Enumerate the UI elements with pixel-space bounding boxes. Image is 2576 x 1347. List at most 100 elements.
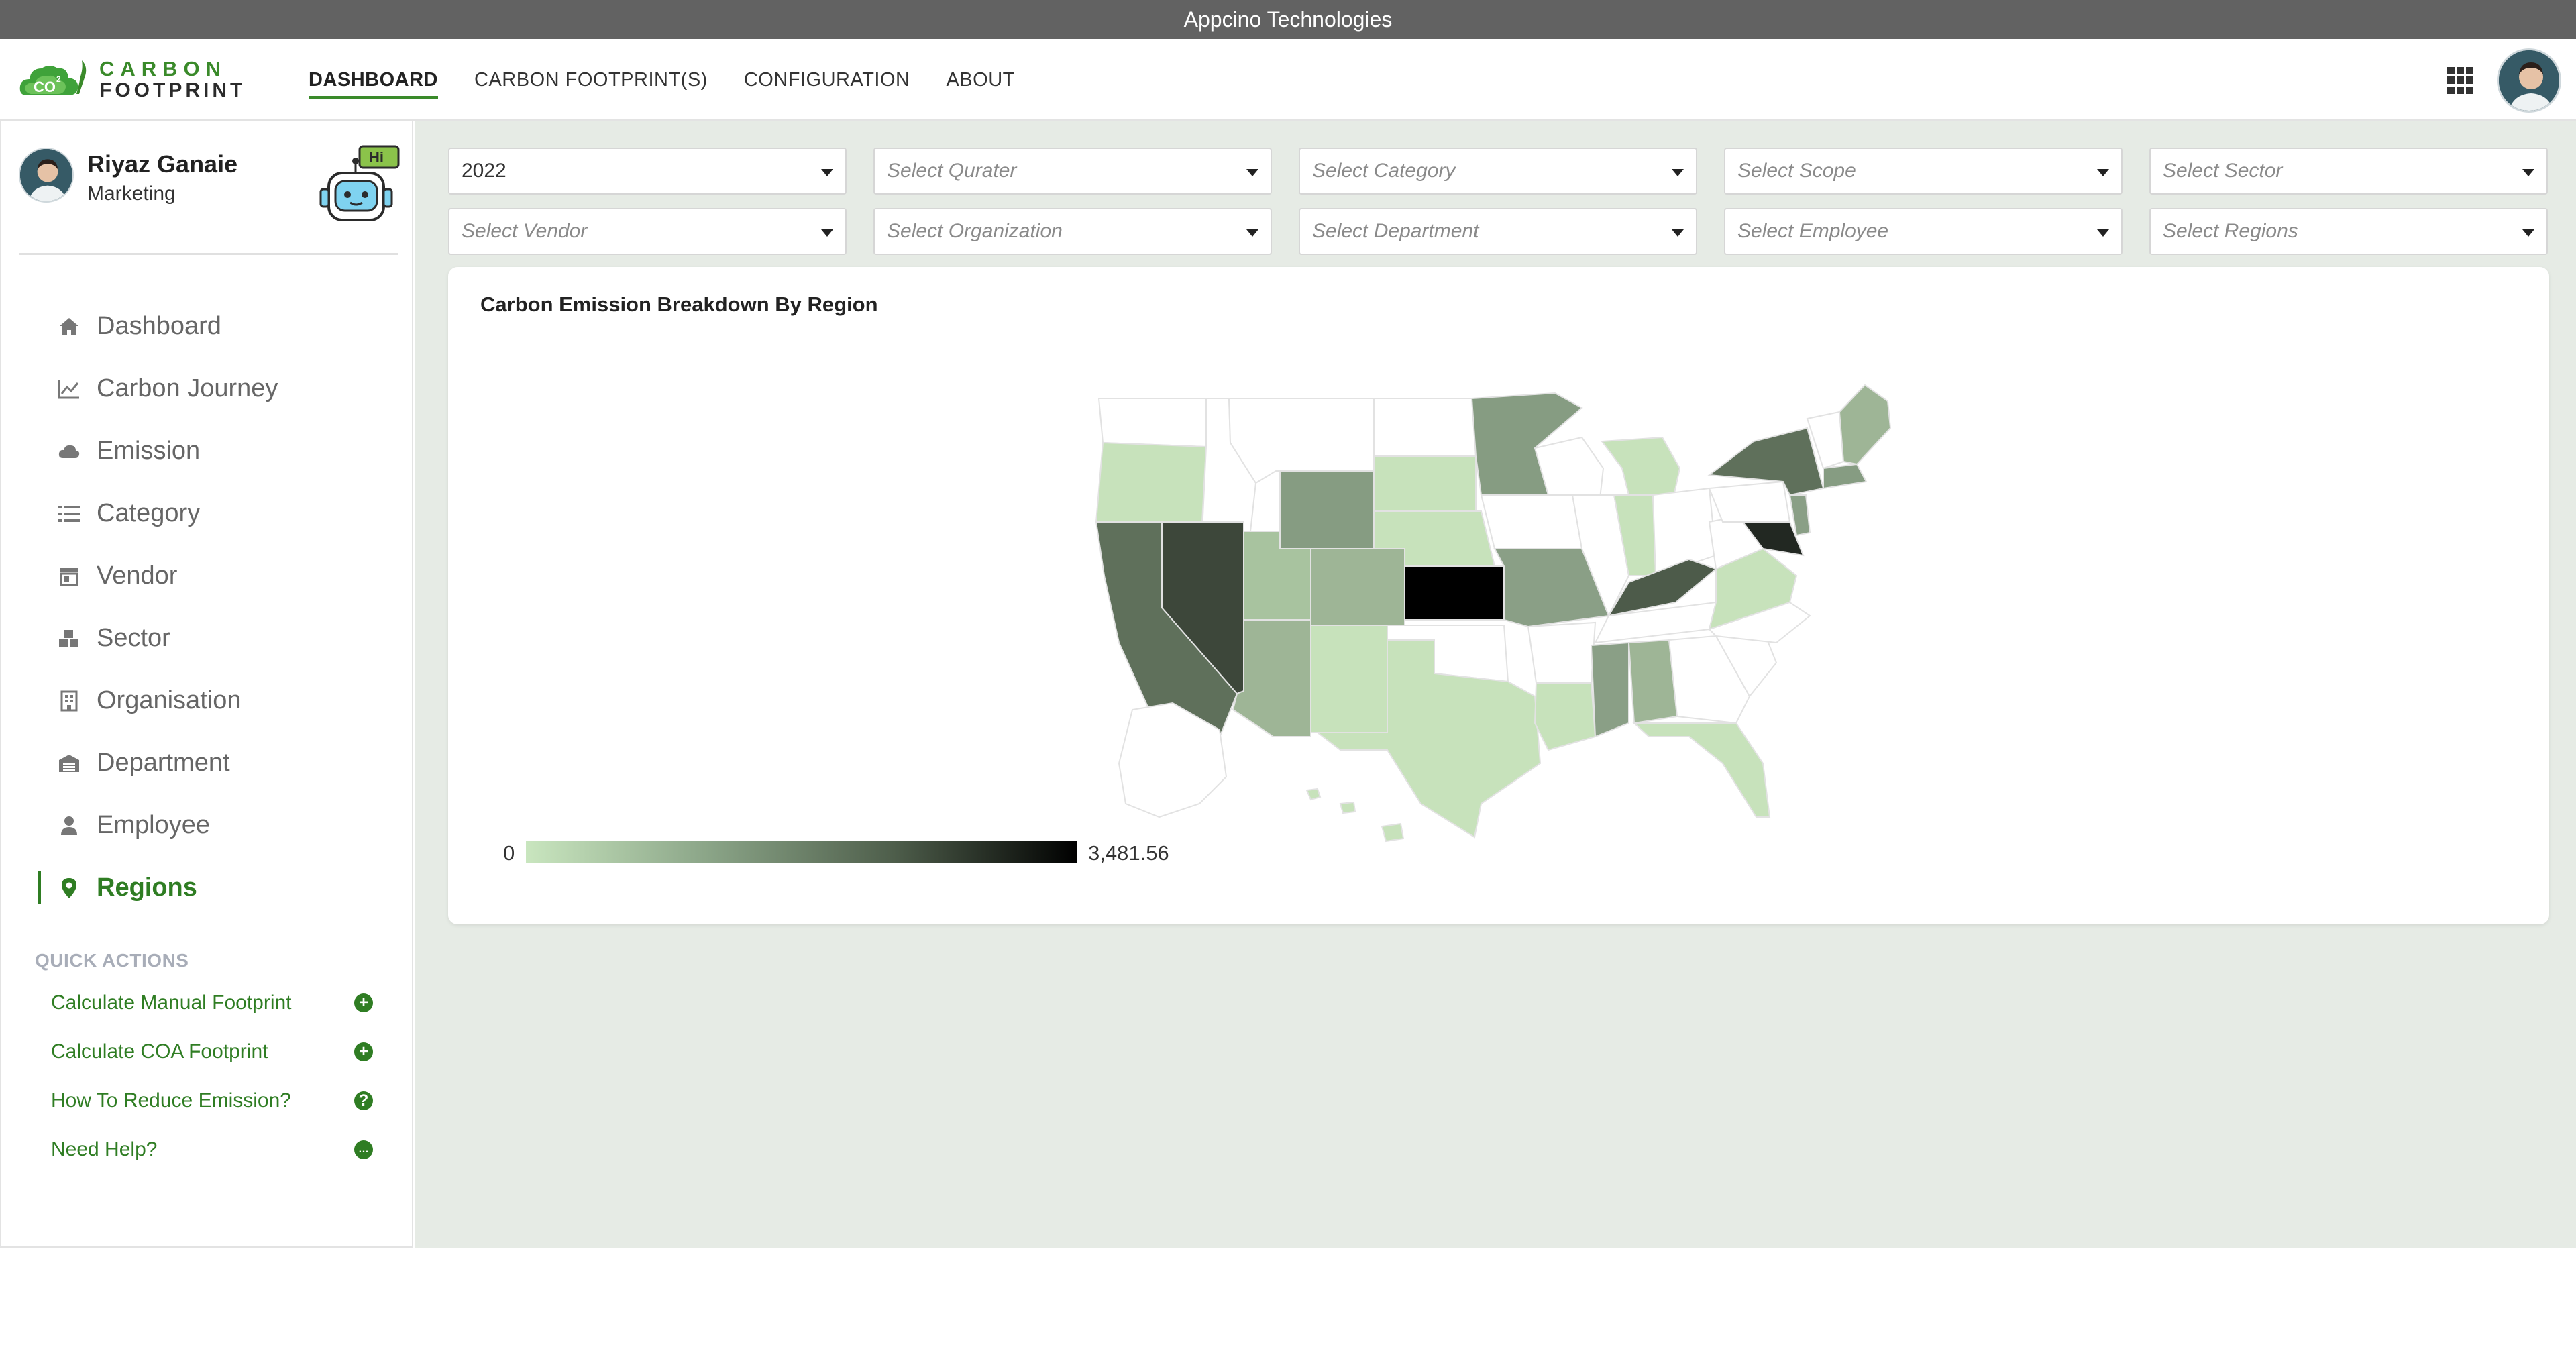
brand-line-2: FOOTPRINT — [99, 78, 246, 101]
caret-down-icon — [1672, 169, 1684, 176]
employee-select-placeholder: Select Employee — [1737, 220, 1889, 242]
map-marker-icon — [58, 877, 80, 900]
state-massachusetts[interactable] — [1823, 463, 1868, 490]
window-title-bar: Appcino Technologies — [0, 0, 2576, 39]
page-footer-blank — [0, 1248, 2576, 1347]
sidebar-item-sector[interactable]: Sector — [1, 607, 415, 669]
state-iowa[interactable] — [1480, 494, 1583, 549]
scope-select-placeholder: Select Scope — [1737, 160, 1856, 182]
brand-line-1: CARBON — [99, 56, 227, 80]
caret-down-icon — [2522, 169, 2534, 176]
profile-avatar — [19, 148, 74, 203]
user-avatar[interactable] — [2497, 48, 2561, 113]
category-select-placeholder: Select Category — [1312, 160, 1456, 182]
sidebar-item-label: Category — [97, 499, 201, 527]
sidebar-item-label: Employee — [97, 811, 210, 839]
state-pennsylvania[interactable] — [1708, 480, 1791, 523]
sidebar-menu: Dashboard Carbon Journey Emission Catego… — [1, 295, 415, 919]
quick-action-need-help[interactable]: Need Help? … — [51, 1133, 373, 1167]
quick-action-label: Need Help? — [51, 1138, 158, 1161]
state-mississippi[interactable] — [1590, 641, 1629, 738]
sidebar-item-department[interactable]: Department — [1, 732, 415, 794]
sidebar-item-label: Emission — [97, 437, 201, 465]
sector-select[interactable]: Select Sector — [2149, 148, 2548, 195]
boxes-icon — [58, 627, 80, 650]
caret-down-icon — [821, 169, 833, 176]
sidebar-item-dashboard[interactable]: Dashboard — [1, 295, 415, 358]
carbon-footprint-logo[interactable]: CO 2 CARBON FOOTPRINT — [17, 52, 259, 106]
top-nav: DASHBOARD CARBON FOOTPRINT(S) CONFIGURAT… — [309, 39, 1051, 121]
quick-actions-title: QUICK ACTIONS — [35, 950, 189, 971]
year-select[interactable]: 2022 — [448, 148, 847, 195]
scope-select[interactable]: Select Scope — [1724, 148, 2123, 195]
sidebar-item-label: Regions — [97, 873, 197, 902]
state-new-mexico[interactable] — [1310, 625, 1388, 733]
caret-down-icon — [1246, 169, 1258, 176]
state-florida[interactable] — [1632, 722, 1771, 818]
nav-configuration[interactable]: CONFIGURATION — [744, 39, 910, 121]
state-maine[interactable] — [1838, 384, 1892, 466]
quick-action-label: Calculate COA Footprint — [51, 1040, 268, 1063]
vendor-select-placeholder: Select Vendor — [462, 220, 588, 242]
store-icon — [58, 565, 80, 588]
nav-carbon-footprints[interactable]: CARBON FOOTPRINT(S) — [474, 39, 708, 121]
caret-down-icon — [2097, 169, 2109, 176]
quick-action-coa-footprint[interactable]: Calculate COA Footprint + — [51, 1035, 373, 1069]
quick-action-manual-footprint[interactable]: Calculate Manual Footprint + — [51, 986, 373, 1020]
state-arizona[interactable] — [1232, 619, 1311, 737]
sidebar-item-label: Carbon Journey — [97, 374, 278, 402]
state-washington[interactable] — [1097, 398, 1207, 448]
sidebar-item-emission[interactable]: Emission — [1, 420, 415, 482]
department-select-placeholder: Select Department — [1312, 220, 1479, 242]
question-circle-icon: ? — [354, 1091, 373, 1110]
department-select[interactable]: Select Department — [1299, 208, 1697, 255]
state-hawaii[interactable] — [1305, 788, 1405, 843]
sector-select-placeholder: Select Sector — [2163, 160, 2283, 182]
regions-select-placeholder: Select Regions — [2163, 220, 2298, 242]
sidebar-item-label: Department — [97, 749, 230, 777]
state-south-dakota[interactable] — [1373, 455, 1477, 512]
profile-name: Riyaz Ganaie — [87, 150, 238, 178]
sidebar-item-label: Dashboard — [97, 312, 221, 340]
sidebar-item-regions[interactable]: Regions — [1, 857, 415, 919]
sidebar-item-employee[interactable]: Employee — [1, 794, 415, 857]
employee-select[interactable]: Select Employee — [1724, 208, 2123, 255]
state-oregon[interactable] — [1095, 441, 1208, 523]
main-content: 2022 Select Qurater Select Category Sele… — [415, 121, 2576, 1248]
organization-select-placeholder: Select Organization — [887, 220, 1063, 242]
organization-select[interactable]: Select Organization — [873, 208, 1272, 255]
nav-dashboard[interactable]: DASHBOARD — [309, 39, 438, 121]
state-north-dakota[interactable] — [1373, 398, 1477, 457]
state-kansas[interactable] — [1404, 565, 1505, 621]
robot-mascot-icon: Hi — [319, 145, 400, 221]
state-louisiana[interactable] — [1534, 682, 1597, 751]
state-wyoming[interactable] — [1279, 470, 1375, 549]
plus-circle-icon: + — [354, 1042, 373, 1061]
quick-action-reduce-emission[interactable]: How To Reduce Emission? ? — [51, 1084, 373, 1118]
state-colorado[interactable] — [1310, 548, 1405, 626]
regions-select[interactable]: Select Regions — [2149, 208, 2548, 255]
legend-max-label: 3,481.56 — [1088, 841, 1169, 865]
caret-down-icon — [1672, 229, 1684, 237]
home-icon — [58, 315, 80, 338]
app-header: CO 2 CARBON FOOTPRINT DASHBOARD CARBON F… — [0, 39, 2576, 121]
plus-circle-icon: + — [354, 993, 373, 1012]
state-arkansas[interactable] — [1527, 621, 1597, 684]
comment-icon: … — [354, 1140, 373, 1159]
year-select-value: 2022 — [462, 160, 506, 182]
quarter-select[interactable]: Select Qurater — [873, 148, 1272, 195]
quarter-select-placeholder: Select Qurater — [887, 160, 1017, 182]
sidebar-item-carbon-journey[interactable]: Carbon Journey — [1, 358, 415, 420]
category-select[interactable]: Select Category — [1299, 148, 1697, 195]
vendor-select[interactable]: Select Vendor — [448, 208, 847, 255]
warehouse-icon — [58, 752, 80, 775]
sidebar-item-category[interactable]: Category — [1, 482, 415, 545]
svg-text:Hi: Hi — [369, 149, 384, 166]
nav-about[interactable]: ABOUT — [946, 39, 1014, 121]
caret-down-icon — [2097, 229, 2109, 237]
line-chart-icon — [58, 378, 80, 400]
sidebar-item-organisation[interactable]: Organisation — [1, 669, 415, 732]
apps-grid-icon[interactable] — [2447, 67, 2474, 94]
sidebar-item-label: Organisation — [97, 686, 241, 714]
sidebar-item-vendor[interactable]: Vendor — [1, 545, 415, 607]
